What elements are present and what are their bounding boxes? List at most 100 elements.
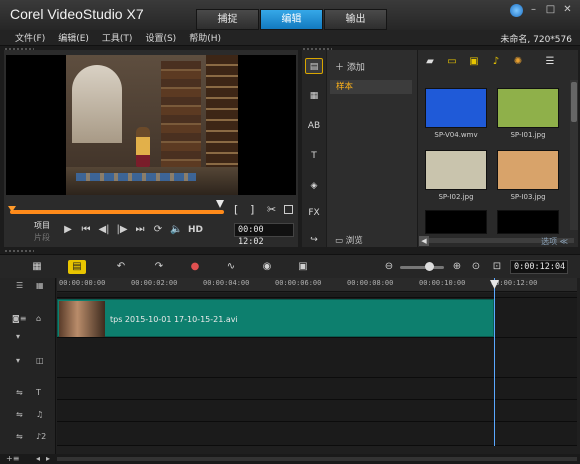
clip-thumbnail: [59, 301, 105, 337]
prev-frame-icon[interactable]: ◀|: [98, 224, 110, 235]
auto-music-icon[interactable]: ◉: [258, 260, 276, 274]
overlay-track-icon[interactable]: ◫: [36, 356, 44, 365]
library-panel: ＋ 添加 样本 ▭ 浏览 ▰ ▭ ▣ ♪ ✺ ☰ SP-V04.wmv SP-I…: [327, 50, 578, 247]
transition-icon[interactable]: AB: [305, 118, 323, 134]
media-thumb[interactable]: [497, 210, 559, 234]
redo-icon[interactable]: ↷: [150, 260, 168, 274]
scene-hud: [76, 173, 196, 181]
motion-tracking-icon[interactable]: ▣: [294, 260, 312, 274]
folder-icon[interactable]: ▰: [423, 56, 437, 68]
path-icon[interactable]: ↪: [305, 232, 323, 248]
add-folder-button[interactable]: ＋ 添加: [335, 60, 365, 73]
filter-fx-icon[interactable]: FX: [305, 205, 323, 221]
mark-in-icon[interactable]: [: [234, 203, 238, 216]
sort-icon[interactable]: ✺: [511, 56, 525, 68]
mode-clip[interactable]: 片段: [34, 232, 50, 243]
overlay-collapse-icon[interactable]: ▾: [16, 356, 20, 365]
zoom-slider-knob[interactable]: [425, 262, 434, 271]
media-thumb[interactable]: [425, 88, 487, 128]
menu-file[interactable]: 文件(F): [15, 31, 45, 44]
next-frame-icon[interactable]: |▶: [116, 224, 128, 235]
scroll-right-icon[interactable]: ▸: [46, 454, 50, 463]
preview-timecode[interactable]: 00:00 12:02: [234, 223, 294, 247]
go-to-start-icon[interactable]: ⏮: [80, 224, 92, 235]
globe-icon[interactable]: [510, 4, 523, 17]
mark-out-icon[interactable]: ]: [250, 203, 254, 216]
scrubber-bar[interactable]: [10, 210, 224, 214]
collapse-icon[interactable]: ▾: [16, 332, 20, 341]
menu-settings[interactable]: 设置(S): [145, 31, 176, 44]
graphic-icon[interactable]: ◈: [305, 178, 323, 194]
timeline-ruler[interactable]: 00:00:00:00 00:00:02:00 00:00:04:00 00:0…: [57, 278, 577, 292]
menu-help[interactable]: 帮助(H): [189, 31, 221, 44]
show-photo-icon[interactable]: ▣: [467, 56, 481, 68]
media-thumb[interactable]: [497, 88, 559, 128]
mode-project[interactable]: 项目: [34, 220, 50, 231]
show-video-icon[interactable]: ▭: [445, 56, 459, 68]
tab-capture[interactable]: 捕捉: [196, 9, 259, 30]
go-to-end-icon[interactable]: ⏭: [134, 224, 146, 235]
library-scroll-thumb[interactable]: [571, 82, 577, 122]
preview-screen: [6, 55, 296, 195]
video-clip[interactable]: tps 2015-10-01 17-10-15-21.avi: [57, 299, 494, 337]
maximize-button[interactable]: □: [544, 4, 557, 17]
zoom-slider[interactable]: [400, 266, 444, 269]
volume-icon[interactable]: 🔈: [170, 224, 182, 235]
timeline-view-icon[interactable]: ▤: [68, 260, 86, 274]
title-track[interactable]: [57, 378, 577, 400]
minimize-button[interactable]: –: [527, 4, 540, 17]
timeline-playhead[interactable]: [494, 278, 495, 446]
repeat-icon[interactable]: ⟳: [152, 224, 164, 235]
scrubber-playhead[interactable]: [216, 200, 224, 208]
voice-track-icon[interactable]: ♫: [36, 410, 43, 419]
enlarge-preview-icon[interactable]: [284, 205, 293, 214]
folder-item-samples[interactable]: 样本: [330, 80, 412, 94]
timeline-timecode[interactable]: 0:00:12:04: [510, 260, 568, 274]
music-track-icon[interactable]: ♪2: [36, 432, 46, 441]
tab-share[interactable]: 输出: [324, 9, 387, 30]
hd-preview-button[interactable]: HD: [188, 225, 203, 235]
record-capture-icon[interactable]: ●: [186, 260, 204, 274]
title-track-toggle-icon[interactable]: ⇋: [16, 388, 23, 397]
close-button[interactable]: ✕: [561, 4, 574, 17]
video-track-lock-icon[interactable]: ⌂: [36, 314, 41, 323]
scroll-left-icon[interactable]: ◀: [419, 236, 429, 246]
options-button[interactable]: 选项 ≪: [541, 236, 568, 247]
storyboard-view-icon[interactable]: ▦: [28, 260, 46, 274]
voice-track[interactable]: [57, 400, 577, 422]
show-all-tracks-icon[interactable]: ☰: [16, 281, 23, 290]
menu-edit[interactable]: 编辑(E): [58, 31, 89, 44]
zoom-in-icon[interactable]: ⊕: [448, 260, 466, 274]
show-audio-icon[interactable]: ♪: [489, 56, 503, 68]
media-thumb[interactable]: [425, 150, 487, 190]
time-settings-icon[interactable]: ⊡: [488, 260, 506, 274]
clip-name: tps 2015-10-01 17-10-15-21.avi: [110, 315, 238, 324]
tab-edit[interactable]: 编辑: [260, 9, 323, 30]
media-thumb[interactable]: [425, 210, 487, 234]
list-view-icon[interactable]: ☰: [543, 56, 557, 68]
media-thumb[interactable]: [497, 150, 559, 190]
media-icon[interactable]: ▤: [305, 58, 323, 74]
fit-project-icon[interactable]: ⊙: [467, 260, 485, 274]
music-track[interactable]: [57, 422, 577, 446]
voice-track-toggle-icon[interactable]: ⇋: [16, 410, 23, 419]
scroll-left-icon[interactable]: ◂: [36, 454, 40, 463]
title-icon[interactable]: T: [305, 148, 323, 164]
video-track-icon[interactable]: ◙≡: [12, 314, 26, 323]
music-track-toggle-icon[interactable]: ⇋: [16, 432, 23, 441]
add-track-icon[interactable]: +≡: [6, 454, 19, 463]
undo-icon[interactable]: ↶: [112, 260, 130, 274]
track-headers: ☰ ▦ ◙≡ ⌂ ▾ ▾ ◫ ⇋ T ⇋ ♫ ⇋ ♪2: [0, 278, 56, 454]
browse-button[interactable]: ▭ 浏览: [335, 234, 363, 246]
menu-tools[interactable]: 工具(T): [102, 31, 133, 44]
title-track-icon[interactable]: T: [36, 388, 41, 397]
play-icon[interactable]: ▶: [62, 224, 74, 235]
timeline-h-scrollbar[interactable]: [57, 457, 577, 461]
overlay-track[interactable]: [57, 338, 577, 378]
sound-mixer-icon[interactable]: ∿: [222, 260, 240, 274]
trim-handle-start[interactable]: [8, 206, 16, 212]
track-manager-icon[interactable]: ▦: [36, 281, 44, 290]
split-clip-icon[interactable]: ✂: [267, 203, 276, 216]
instant-project-icon[interactable]: ▦: [305, 88, 323, 104]
zoom-out-icon[interactable]: ⊖: [380, 260, 398, 274]
